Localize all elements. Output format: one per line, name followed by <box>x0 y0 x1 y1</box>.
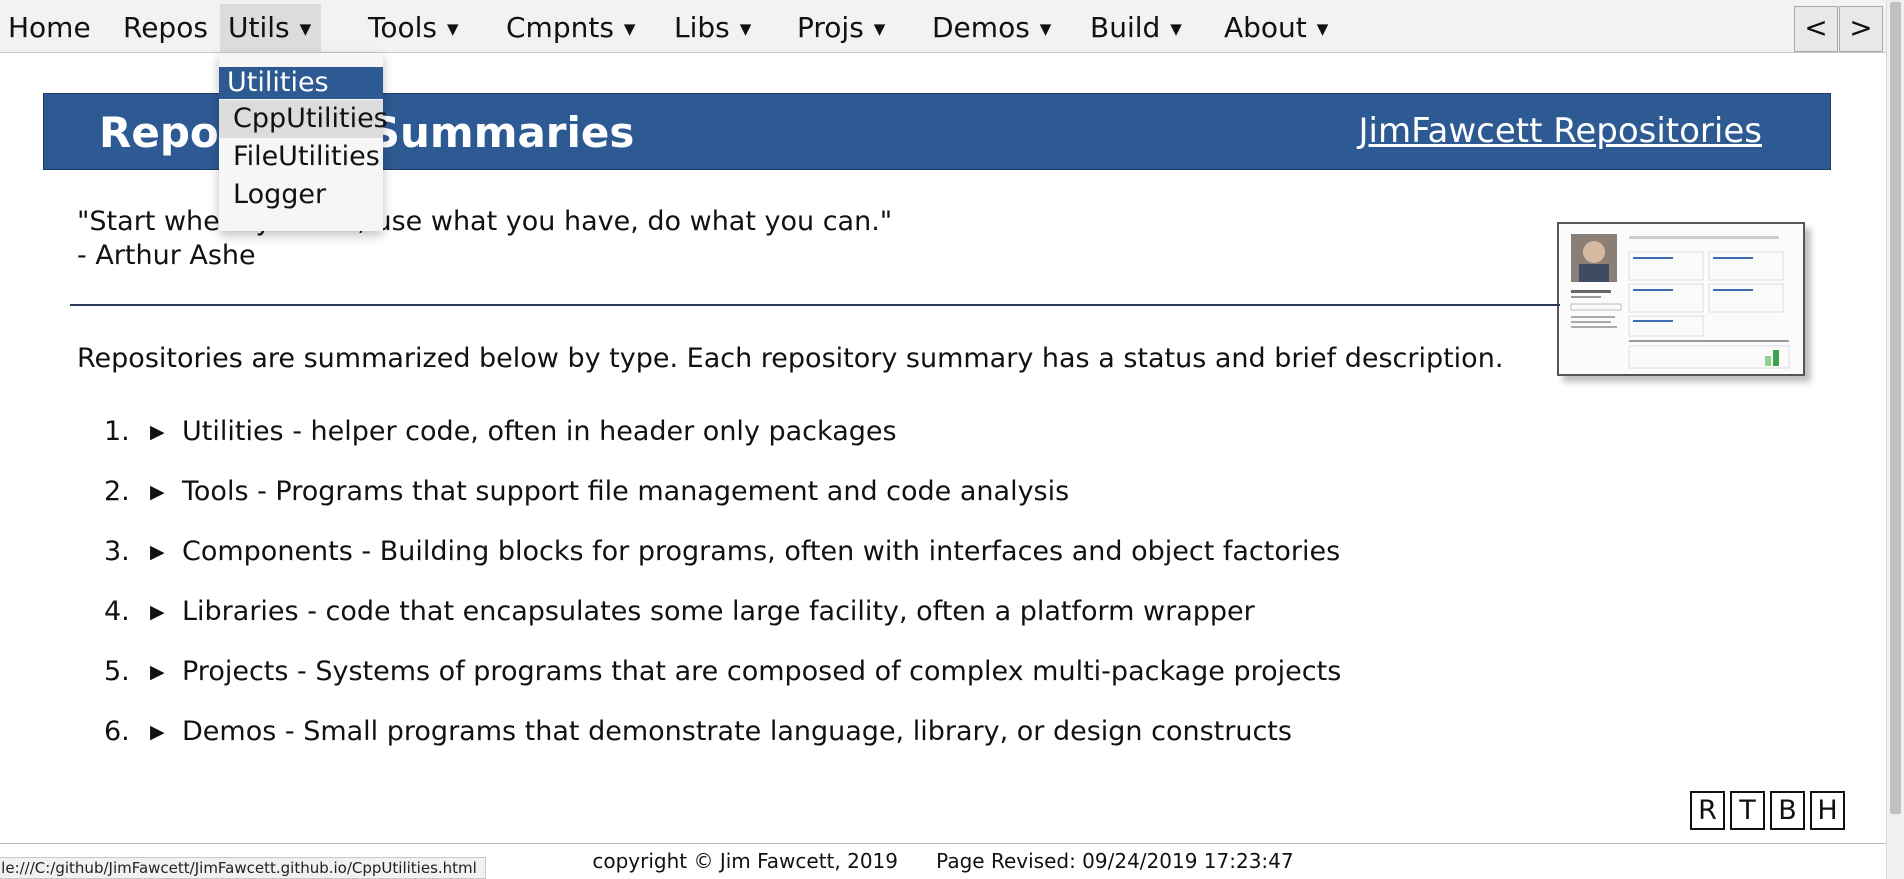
chevron-down-icon: ▼ <box>299 20 312 38</box>
nav-label: Libs <box>674 11 730 44</box>
utils-dropdown-menu: Utilities CppUtilities FileUtilities Log… <box>219 53 388 231</box>
expand-triangle-icon[interactable]: ▶ <box>150 472 165 512</box>
prev-page-button[interactable]: < <box>1794 6 1838 52</box>
expand-triangle-icon[interactable]: ▶ <box>150 712 165 752</box>
list-item-text[interactable]: Libraries - code that encapsulates some … <box>182 592 1255 632</box>
vertical-scrollbar[interactable] <box>1886 0 1904 879</box>
nav-utils[interactable]: Utils ▼ <box>220 4 322 52</box>
list-number: 4. <box>104 596 130 627</box>
nav-tools[interactable]: Tools ▼ <box>360 4 469 52</box>
chevron-down-icon: ▼ <box>739 20 752 38</box>
nav-label: Tools <box>368 11 437 44</box>
repository-page-thumbnail[interactable] <box>1557 222 1805 376</box>
scrollbar-thumb[interactable] <box>1890 2 1901 814</box>
goto-home-button[interactable]: H <box>1810 791 1845 830</box>
top-nav: Home Repos Utils ▼ Tools ▼ Cmpnts ▼ Libs ▼ P… <box>0 0 1886 53</box>
list-number: 1. <box>104 416 130 447</box>
nav-label: About <box>1224 11 1307 44</box>
expand-triangle-icon[interactable]: ▶ <box>150 592 165 632</box>
nav-projs[interactable]: Projs ▼ <box>789 4 895 52</box>
quote-text: "Start where you are, use what you have,… <box>77 206 893 237</box>
goto-bottom-button[interactable]: B <box>1770 791 1805 830</box>
quote-block: "Start where you are, use what you have,… <box>77 205 892 273</box>
expand-triangle-icon[interactable]: ▶ <box>150 412 165 452</box>
divider <box>70 304 1560 306</box>
nav-label: Demos <box>932 11 1030 44</box>
dropdown-header[interactable]: Utilities <box>219 67 383 99</box>
list-number: 3. <box>104 536 130 567</box>
nav-about[interactable]: About ▼ <box>1216 4 1338 52</box>
goto-top-button[interactable]: T <box>1730 791 1765 830</box>
nav-build[interactable]: Build ▼ <box>1082 4 1192 52</box>
intro-text: Repositories are summarized below by typ… <box>77 343 1504 374</box>
list-item-text[interactable]: Projects - Systems of programs that are … <box>182 652 1341 692</box>
nav-label: Build <box>1090 11 1161 44</box>
chevron-down-icon: ▼ <box>1170 20 1182 38</box>
footer-divider <box>0 843 1886 844</box>
nav-label: Home <box>8 11 91 44</box>
nav-home[interactable]: Home <box>0 4 101 52</box>
list-item-text[interactable]: Tools - Programs that support file manag… <box>182 472 1069 512</box>
nav-cmpnts[interactable]: Cmpnts ▼ <box>498 4 645 52</box>
page-revised-text: Page Revised: 09/24/2019 17:23:47 <box>936 849 1294 873</box>
expand-triangle-icon[interactable]: ▶ <box>150 652 165 692</box>
chevron-down-icon: ▼ <box>1039 20 1052 38</box>
list-item-text[interactable]: Components - Building blocks for program… <box>182 532 1340 572</box>
chevron-down-icon: ▼ <box>873 20 886 38</box>
menu-item-logger[interactable]: Logger <box>219 176 383 214</box>
quote-author: - Arthur Ashe <box>77 240 256 271</box>
goto-r-button[interactable]: R <box>1690 791 1725 830</box>
nav-libs[interactable]: Libs ▼ <box>666 4 761 52</box>
thumbnail-image <box>1559 224 1803 374</box>
nav-label: Repos <box>123 11 208 44</box>
copyright-text: copyright © Jim Fawcett, 2019 <box>592 849 899 873</box>
chevron-down-icon: ▼ <box>623 20 636 38</box>
list-number: 2. <box>104 476 130 507</box>
chevron-down-icon: ▼ <box>1316 20 1329 38</box>
repositories-link[interactable]: JimFawcett Repositories <box>1358 111 1762 151</box>
menu-item-fileutilities[interactable]: FileUtilities <box>219 138 383 176</box>
nav-demos[interactable]: Demos ▼ <box>924 4 1061 52</box>
expand-triangle-icon[interactable]: ▶ <box>150 532 165 572</box>
nav-label: Utils <box>228 11 290 44</box>
next-page-button[interactable]: > <box>1839 6 1883 52</box>
nav-label: Cmpnts <box>506 11 614 44</box>
nav-label: Projs <box>797 11 864 44</box>
menu-item-cpputilities[interactable]: CppUtilities <box>219 100 388 138</box>
list-item-text[interactable]: Demos - Small programs that demonstrate … <box>182 712 1292 752</box>
list-number: 6. <box>104 716 130 747</box>
chevron-down-icon: ▼ <box>446 20 459 38</box>
list-number: 5. <box>104 656 130 687</box>
nav-repos[interactable]: Repos <box>115 4 218 52</box>
list-item-text[interactable]: Utilities - helper code, often in header… <box>182 412 897 452</box>
status-bar-url: ile:///C:/github/JimFawcett/JimFawcett.g… <box>0 857 486 879</box>
